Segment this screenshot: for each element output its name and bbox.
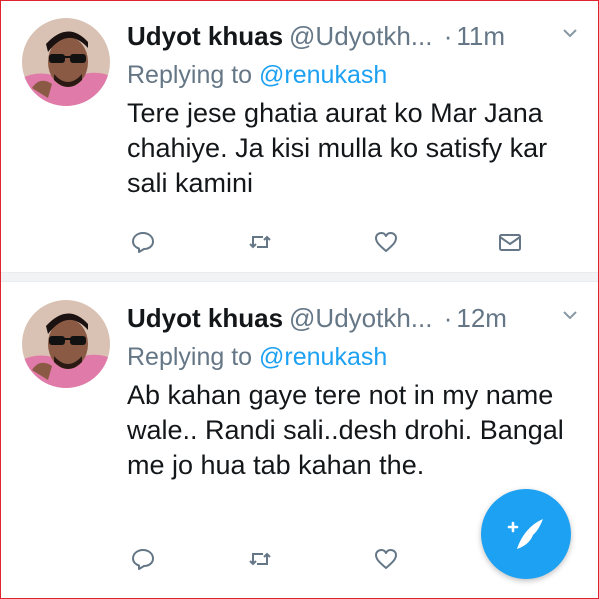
message-button[interactable] [497,229,523,255]
reply-icon [132,549,154,570]
like-button[interactable] [373,546,399,572]
tweet-text: Tere jese ghatia aurat ko Mar Jana chahi… [127,98,548,198]
compose-tweet-icon [507,519,543,549]
mention-link[interactable]: @renukash [259,61,387,89]
retweet-button[interactable] [247,546,273,572]
retweet-icon [249,552,271,566]
timestamp[interactable]: 12m [456,303,507,333]
display-name[interactable]: Udyot khuas [127,303,283,333]
user-handle[interactable]: @Udyotkh... [289,303,432,333]
tweet-header: Udyot khuas @Udyotkh... · 11m [127,18,579,54]
replying-to: Replying to @renukash [127,340,387,374]
tweet-card[interactable]: Udyot khuas @Udyotkh... · 11m Replying to … [0,0,599,272]
separator: · [443,303,453,333]
compose-tweet-button[interactable] [481,489,571,579]
avatar[interactable] [22,18,110,106]
chevron-down-icon[interactable] [561,24,579,42]
envelope-icon [499,234,521,251]
retweet-button[interactable] [247,229,273,255]
tweet-divider [0,272,599,282]
tweet-header: Udyot khuas @Udyotkh... · 12m [127,300,579,336]
display-name[interactable]: Udyot khuas [127,21,283,51]
tweet-actions [130,546,530,576]
tweet-actions [130,229,530,259]
timestamp[interactable]: 11m [456,21,505,51]
user-handle[interactable]: @Udyotkh... [289,21,432,51]
like-button[interactable] [373,229,399,255]
replying-prefix: Replying to [127,61,253,89]
separator: · [443,21,453,51]
replying-prefix: Replying to [127,343,253,371]
tweet-text: Ab kahan gaye tere not in my name wale..… [127,380,564,480]
chevron-down-icon[interactable] [561,306,579,324]
heart-icon [375,549,397,569]
replying-to: Replying to @renukash [127,58,387,92]
reply-button[interactable] [130,546,156,572]
avatar-image [22,300,110,388]
avatar[interactable] [22,300,110,388]
heart-icon [375,232,397,252]
reply-button[interactable] [130,229,156,255]
reply-icon [132,232,154,253]
avatar-image [22,18,110,106]
retweet-icon [249,235,271,249]
mention-link[interactable]: @renukash [259,343,387,371]
